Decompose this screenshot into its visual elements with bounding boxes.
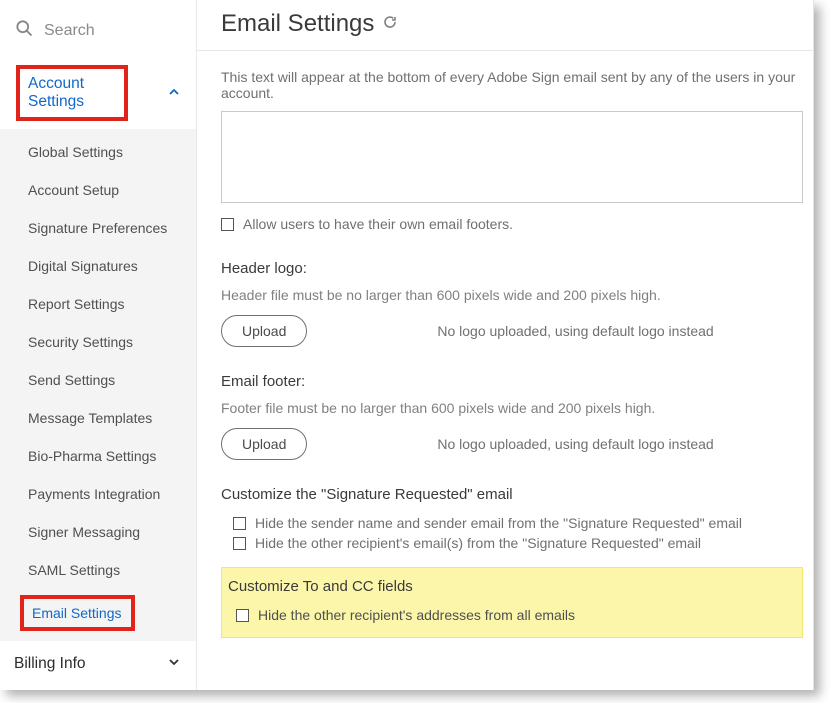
checkbox-hide-all-recipients[interactable]: Hide the other recipient's addresses fro… <box>236 605 802 625</box>
email-footer-textarea[interactable] <box>221 111 803 203</box>
sidebar-section-label: Billing Info <box>14 655 86 673</box>
sidebar: Search Account Settings Global Settings … <box>0 0 197 690</box>
sidebar-item-report-settings[interactable]: Report Settings <box>0 285 196 323</box>
header-logo-help: Header file must be no larger than 600 p… <box>221 287 803 303</box>
main-panel: Email Settings This text will appear at … <box>197 0 813 690</box>
sidebar-item-payments[interactable]: Payments Integration <box>0 475 196 513</box>
checkbox-hide-other-recipients[interactable]: Hide the other recipient's email(s) from… <box>233 533 803 553</box>
sidebar-item-security-settings[interactable]: Security Settings <box>0 323 196 361</box>
highlight-account-settings: Account Settings <box>16 65 128 121</box>
checkbox-icon <box>236 609 249 622</box>
upload-header-logo-button[interactable]: Upload <box>221 315 307 347</box>
sidebar-section-account[interactable]: Account Settings <box>0 57 196 129</box>
checkbox-hide-sender[interactable]: Hide the sender name and sender email fr… <box>233 513 803 533</box>
sidebar-section-label: Account Settings <box>28 75 84 110</box>
page-title: Email Settings <box>221 10 374 38</box>
email-footer-help: Footer file must be no larger than 600 p… <box>221 400 803 416</box>
refresh-icon[interactable] <box>382 14 398 35</box>
customize-tocc-label: Customize To and CC fields <box>228 578 802 595</box>
sidebar-item-send-settings[interactable]: Send Settings <box>0 361 196 399</box>
search-placeholder: Search <box>44 22 95 40</box>
checkbox-label: Hide the other recipient's addresses fro… <box>258 607 575 623</box>
chevron-up-icon <box>168 86 180 101</box>
checkbox-label: Allow users to have their own email foot… <box>243 216 513 232</box>
upload-email-footer-button[interactable]: Upload <box>221 428 307 460</box>
highlight-email-settings: Email Settings <box>20 595 135 631</box>
footer-description: This text will appear at the bottom of e… <box>221 69 803 101</box>
sidebar-item-saml-settings[interactable]: SAML Settings <box>0 551 196 589</box>
email-footer-status: No logo uploaded, using default logo ins… <box>437 436 713 452</box>
checkbox-icon <box>233 537 246 550</box>
sidebar-item-biopharma[interactable]: Bio-Pharma Settings <box>0 437 196 475</box>
checkbox-icon <box>221 218 234 231</box>
sidebar-submenu: Global Settings Account Setup Signature … <box>0 129 196 641</box>
checkbox-label: Hide the sender name and sender email fr… <box>255 515 742 531</box>
sidebar-item-signer-messaging[interactable]: Signer Messaging <box>0 513 196 551</box>
highlight-to-cc-section: Customize To and CC fields Hide the othe… <box>221 567 803 638</box>
sidebar-item-label: Email Settings <box>32 605 121 621</box>
header-logo-label: Header logo: <box>221 260 803 277</box>
search-input[interactable]: Search <box>0 8 196 57</box>
sidebar-item-signature-prefs[interactable]: Signature Preferences <box>0 209 196 247</box>
checkbox-label: Hide the other recipient's email(s) from… <box>255 535 701 551</box>
header-logo-status: No logo uploaded, using default logo ins… <box>437 323 713 339</box>
sidebar-item-digital-signatures[interactable]: Digital Signatures <box>0 247 196 285</box>
search-icon <box>14 18 34 43</box>
customize-sigreq-label: Customize the "Signature Requested" emai… <box>221 486 803 503</box>
email-footer-label: Email footer: <box>221 373 803 390</box>
sidebar-item-message-templates[interactable]: Message Templates <box>0 399 196 437</box>
sidebar-item-global-settings[interactable]: Global Settings <box>0 133 196 171</box>
checkbox-allow-own-footer[interactable]: Allow users to have their own email foot… <box>221 214 803 234</box>
sidebar-item-account-setup[interactable]: Account Setup <box>0 171 196 209</box>
checkbox-icon <box>233 517 246 530</box>
chevron-down-icon <box>168 655 180 673</box>
sidebar-section-billing[interactable]: Billing Info <box>0 641 196 683</box>
sidebar-item-email-settings[interactable]: Email Settings <box>0 589 196 637</box>
